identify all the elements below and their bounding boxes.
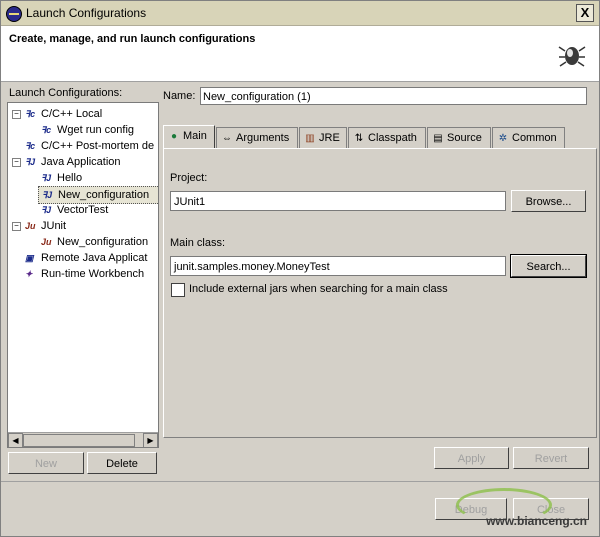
scroll-right-arrow-icon[interactable]: ▶: [143, 433, 158, 447]
tab-main[interactable]: ● Main: [163, 125, 215, 149]
tree-item-cpp-post-mortem[interactable]: ꟻc C/C++ Post-mortem de: [8, 138, 158, 154]
tree-item-junit-new-configuration[interactable]: Ju New_configuration: [8, 234, 158, 250]
name-label: Name:: [163, 90, 196, 102]
tree-item-runtime-workbench[interactable]: ✦ Run-time Workbench: [8, 266, 158, 282]
browse-button[interactable]: Browse...: [511, 190, 586, 212]
remote-java-icon: ▣: [25, 253, 34, 263]
workbench-icon: ✦: [25, 269, 33, 279]
tree-item-remote-java-application[interactable]: ▣ Remote Java Applicat: [8, 250, 158, 266]
tree-item-cpp-local[interactable]: − ꟻc C/C++ Local: [8, 106, 158, 122]
debug-bug-icon: [558, 46, 586, 67]
tree-horizontal-scrollbar[interactable]: ◀ ▶: [8, 432, 158, 447]
main-tab-panel: Project: JUnit1 Browse... Main class: ju…: [163, 148, 597, 438]
tab-jre[interactable]: ▥ JRE: [299, 127, 347, 148]
tree-item-hello[interactable]: ꟻJ Hello: [8, 170, 158, 186]
tree-item-wget-run-config[interactable]: ꟻc Wget run config: [8, 122, 158, 138]
cpp-config-icon: ꟻc: [41, 125, 52, 135]
dialog-header: Create, manage, and run launch configura…: [1, 26, 599, 82]
close-window-button[interactable]: X: [576, 4, 594, 22]
tab-source[interactable]: ▤ Source: [427, 127, 491, 148]
jre-icon: ▥: [305, 133, 315, 144]
project-label: Project:: [170, 172, 208, 184]
scroll-left-arrow-icon[interactable]: ◀: [8, 433, 23, 447]
title-bar: Launch Configurations X: [1, 1, 599, 26]
tree-item-vectortest[interactable]: ꟻJ VectorTest: [8, 202, 158, 218]
tab-classpath[interactable]: ⇅ Classpath: [348, 127, 426, 148]
tab-arguments[interactable]: ⇔ Arguments: [216, 127, 298, 148]
eclipse-icon: [6, 6, 22, 22]
project-input[interactable]: JUnit1: [170, 191, 506, 211]
junit-config-icon: Ju: [25, 221, 36, 231]
cpp-config-icon: ꟻc: [25, 109, 36, 119]
common-icon: ✲: [498, 133, 508, 144]
collapse-icon[interactable]: −: [12, 110, 21, 119]
arguments-icon: ⇔: [222, 133, 232, 144]
launch-configurations-dialog: Launch Configurations X Create, manage, …: [0, 0, 600, 537]
collapse-icon[interactable]: −: [12, 158, 21, 167]
new-button[interactable]: New: [8, 452, 84, 474]
configuration-tree[interactable]: − ꟻc C/C++ Local ꟻc Wget run config ꟻc C…: [7, 102, 159, 448]
java-config-icon: ꟻJ: [41, 173, 52, 183]
cpp-config-icon: ꟻc: [25, 141, 36, 151]
junit-config-icon: Ju: [41, 237, 52, 247]
java-config-icon: ꟻJ: [41, 205, 52, 215]
header-message: Create, manage, and run launch configura…: [9, 33, 256, 45]
main-class-input[interactable]: junit.samples.money.MoneyTest: [170, 256, 506, 276]
apply-button[interactable]: Apply: [434, 447, 509, 469]
main-class-label: Main class:: [170, 237, 226, 249]
configuration-name-input[interactable]: New_configuration (1): [200, 87, 587, 105]
watermark-text: www.bianceng.cn: [486, 514, 587, 528]
classpath-icon: ⇅: [354, 133, 364, 144]
source-icon: ▤: [433, 133, 443, 144]
tab-common[interactable]: ✲ Common: [492, 127, 565, 148]
main-icon: ●: [170, 131, 178, 142]
java-config-icon: ꟻJ: [25, 157, 36, 167]
tree-item-java-application[interactable]: − ꟻJ Java Application: [8, 154, 158, 170]
scrollbar-thumb[interactable]: [23, 434, 135, 447]
delete-button[interactable]: Delete: [87, 452, 157, 474]
include-external-jars-label: Include external jars when searching for…: [189, 283, 448, 295]
tree-item-junit[interactable]: − Ju JUnit: [8, 218, 158, 234]
search-button[interactable]: Search...: [510, 254, 587, 278]
collapse-icon[interactable]: −: [12, 222, 21, 231]
window-title: Launch Configurations: [26, 6, 147, 20]
java-config-icon: ꟻJ: [42, 190, 53, 200]
bottom-separator: [1, 481, 599, 482]
launch-configurations-label: Launch Configurations:: [9, 87, 123, 99]
include-external-jars-checkbox[interactable]: [171, 283, 185, 297]
revert-button[interactable]: Revert: [513, 447, 589, 469]
